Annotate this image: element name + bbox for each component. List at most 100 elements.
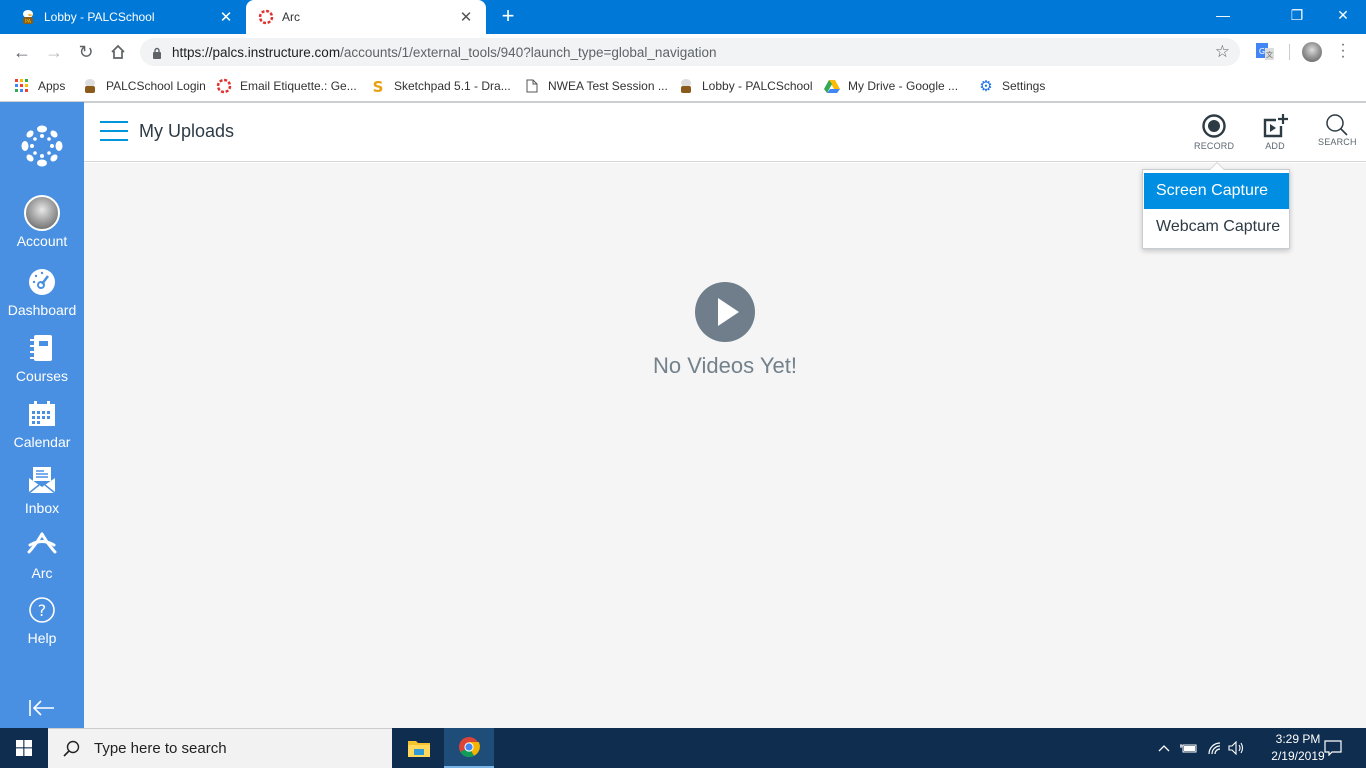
volume-icon[interactable] — [1226, 728, 1248, 768]
global-nav-arc[interactable]: Arc — [0, 527, 84, 581]
empty-state: No Videos Yet! — [84, 281, 1366, 379]
hamburger-menu-icon[interactable] — [100, 121, 128, 143]
start-button[interactable] — [0, 728, 48, 768]
canvas-ring-icon — [258, 9, 274, 25]
browser-toolbar: ← → ↻ https://palcs.instructure.com/acco… — [0, 34, 1366, 70]
bookmarks-bar: Apps PALCSchool Login Email Etiquette.: … — [0, 70, 1366, 102]
nav-label: Dashboard — [7, 302, 77, 318]
global-nav-account[interactable]: Account — [0, 195, 84, 249]
show-hidden-icons-button[interactable] — [1154, 728, 1174, 768]
menu-item-webcam-capture[interactable]: Webcam Capture — [1144, 209, 1289, 245]
tab-title: Lobby - PALCSchool — [44, 10, 155, 24]
canvas-logo-icon[interactable] — [20, 124, 64, 168]
global-nav-inbox[interactable]: Inbox — [0, 462, 84, 516]
bookmark-apps[interactable]: Apps — [14, 76, 65, 96]
reload-button[interactable]: ↻ — [74, 40, 98, 64]
bookmark-my-drive[interactable]: My Drive - Google ... — [824, 76, 958, 96]
battery-icon[interactable] — [1178, 728, 1200, 768]
taskbar-search-placeholder: Type here to search — [94, 740, 227, 757]
record-button[interactable]: RECORD — [1194, 113, 1234, 151]
help-icon: ? — [24, 592, 60, 628]
close-tab-icon[interactable]: ✕ — [214, 8, 238, 26]
tab-lobby-palcschool[interactable]: PA Lobby - PALCSchool ✕ — [0, 0, 246, 34]
bookmark-label: NWEA Test Session ... — [548, 79, 668, 93]
bookmark-settings[interactable]: ⚙ Settings — [978, 76, 1045, 96]
arc-header: My Uploads RECORD ADD SEARCH — [84, 102, 1366, 162]
global-nav-dashboard[interactable]: Dashboard — [0, 264, 84, 318]
home-button[interactable] — [106, 40, 130, 64]
search-button[interactable]: SEARCH — [1318, 113, 1357, 147]
collapse-arrow-icon — [29, 700, 54, 716]
play-icon — [695, 282, 755, 342]
bookmark-palcschool-login[interactable]: PALCSchool Login — [82, 76, 206, 96]
taskbar-chrome[interactable] — [444, 728, 494, 768]
wifi-icon[interactable] — [1204, 728, 1226, 768]
windows-logo-icon — [16, 740, 32, 756]
tab-title: Arc — [282, 10, 300, 24]
taskbar-search-box[interactable]: Type here to search — [48, 728, 392, 768]
restore-button[interactable]: ❐ — [1274, 0, 1320, 30]
back-button[interactable]: ← — [10, 40, 34, 64]
empty-state-message: No Videos Yet! — [653, 353, 797, 378]
tab-arc[interactable]: Arc ✕ — [246, 0, 486, 34]
menu-item-screen-capture[interactable]: Screen Capture — [1144, 173, 1289, 209]
global-nav-courses[interactable]: Courses — [0, 330, 84, 384]
global-navigation: Account Dashboard Courses Calendar Inbox… — [0, 102, 84, 728]
menu-caret — [1209, 162, 1225, 170]
action-center-button[interactable] — [1320, 728, 1346, 768]
inbox-icon — [24, 462, 60, 498]
url-text: https://palcs.instructure.com/accounts/1… — [172, 44, 717, 60]
search-icon — [63, 740, 80, 757]
chrome-icon — [459, 737, 480, 758]
apps-grid-icon — [14, 78, 30, 94]
clock-date: 2/19/2019 — [1271, 749, 1325, 763]
taskbar-file-explorer[interactable] — [394, 728, 444, 768]
add-button[interactable]: ADD — [1262, 113, 1288, 151]
bookmark-label: Apps — [38, 79, 66, 93]
reload-icon: ↻ — [78, 41, 94, 62]
bookmark-star-icon[interactable]: ☆ — [1215, 42, 1230, 62]
arrow-left-icon: ← — [13, 41, 31, 62]
bookmark-label: My Drive - Google ... — [848, 79, 959, 93]
close-window-button[interactable]: ✕ — [1320, 0, 1366, 30]
collapse-nav-button[interactable] — [28, 698, 56, 718]
page-icon — [524, 78, 540, 94]
nav-label: Arc — [31, 565, 53, 581]
bookmark-sketchpad[interactable]: S Sketchpad 5.1 - Dra... — [370, 76, 511, 96]
courses-icon — [24, 330, 60, 366]
google-translate-icon[interactable]: G文 — [1255, 42, 1275, 62]
bookmark-label: Settings — [1002, 79, 1046, 93]
new-tab-button[interactable]: + — [496, 5, 520, 29]
sketchpad-icon: S — [370, 78, 386, 94]
forward-button[interactable]: → — [42, 40, 66, 64]
nav-label: Calendar — [13, 434, 71, 450]
nav-label: Account — [16, 233, 68, 249]
chrome-menu-icon[interactable]: · · · — [1338, 37, 1348, 65]
toolbar-divider — [1289, 44, 1290, 60]
arrow-right-icon: → — [45, 41, 63, 62]
global-nav-help[interactable]: ? Help — [0, 592, 84, 646]
close-tab-icon[interactable]: ✕ — [454, 8, 478, 26]
svg-text:S: S — [373, 78, 384, 94]
browser-titlebar: PA Lobby - PALCSchool ✕ Arc ✕ + — ❐ ✕ — [0, 0, 1366, 34]
system-clock[interactable]: 3:29 PM 2/19/2019 — [1268, 731, 1328, 765]
record-dropdown-menu: Screen Capture Webcam Capture — [1142, 162, 1290, 249]
notification-icon — [1324, 740, 1342, 756]
home-icon — [111, 44, 125, 59]
address-bar[interactable]: https://palcs.instructure.com/accounts/1… — [140, 38, 1240, 66]
clock-time: 3:29 PM — [1275, 732, 1321, 746]
global-nav-calendar[interactable]: Calendar — [0, 396, 84, 450]
gear-icon: ⚙ — [979, 78, 993, 95]
svg-text:?: ? — [38, 601, 47, 620]
bookmark-lobby-palcschool[interactable]: Lobby - PALCSchool — [678, 76, 813, 96]
profile-avatar[interactable] — [1302, 42, 1322, 62]
bookmark-label: Lobby - PALCSchool — [702, 79, 813, 93]
bookmark-email-etiquette[interactable]: Email Etiquette.: Ge... — [216, 76, 357, 96]
svg-text:G: G — [1259, 47, 1265, 56]
bookmark-nwea[interactable]: NWEA Test Session ... — [524, 76, 668, 96]
google-drive-icon — [824, 78, 840, 94]
dashboard-icon — [24, 264, 60, 300]
minimize-button[interactable]: — — [1200, 0, 1246, 30]
bookmark-label: PALCSchool Login — [106, 79, 206, 93]
add-video-icon — [1263, 114, 1288, 138]
